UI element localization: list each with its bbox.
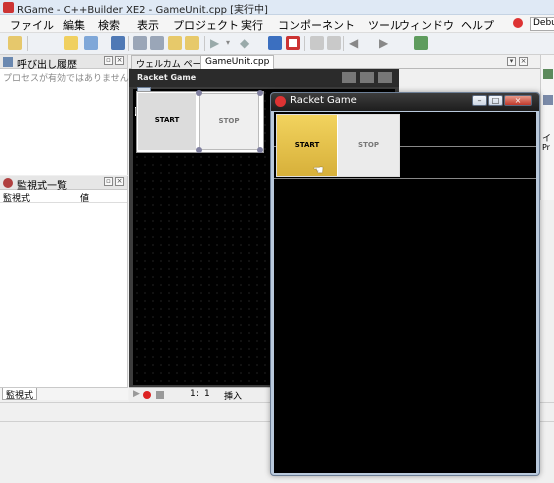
forward-icon[interactable]: ▶ — [379, 36, 393, 50]
app-title-bar: Racket Game – □ × — [271, 93, 539, 111]
record-macro-icon[interactable] — [143, 391, 151, 399]
selection-handle[interactable] — [196, 90, 202, 96]
status-col: 1 — [204, 389, 210, 399]
call-stack-title: 呼び出し履歴 — [17, 60, 77, 71]
run-icon[interactable]: ▶ — [210, 36, 224, 50]
designer-start-button[interactable]: START — [138, 93, 196, 150]
mouse-cursor-icon: ☚ — [313, 163, 324, 177]
copy-icon[interactable] — [150, 36, 164, 50]
tab-gameunit-label: GameUnit.cpp — [205, 57, 270, 67]
tab-list-icon[interactable]: ▾ — [507, 57, 516, 66]
close-icon[interactable]: × — [115, 56, 124, 65]
tab-gameunit[interactable]: GameUnit.cpp — [200, 55, 275, 69]
ide-title-text: RGame - C++Builder XE2 - GameUnit.cpp [実… — [17, 5, 268, 16]
project-icon[interactable] — [543, 95, 553, 105]
maximize-button[interactable]: □ — [488, 95, 503, 106]
main-toolbar: ▶ ▾ ◆ ◀ ▶ — [0, 33, 554, 55]
app-window-title: Racket Game — [290, 95, 357, 106]
menu-tools[interactable]: ツール — [368, 17, 401, 33]
stop-label: STOP — [358, 141, 379, 149]
running-app-window: Racket Game – □ × START ☚ STOP — [270, 92, 540, 476]
open-project-icon[interactable] — [84, 36, 98, 50]
watch-list-panel: 監視式一覧 ▫ × 監視式 値 — [0, 176, 128, 387]
designer-stop-button[interactable]: STOP — [199, 93, 259, 150]
selection-handle[interactable] — [257, 147, 263, 153]
status-line: 1 — [190, 389, 196, 399]
designer-min-icon — [342, 72, 356, 83]
step-over-icon[interactable] — [327, 36, 341, 50]
menu-view[interactable]: 表示 — [137, 17, 159, 33]
folder-icon[interactable] — [168, 36, 182, 50]
close-button[interactable]: × — [504, 95, 532, 106]
folder-add-icon[interactable] — [185, 36, 199, 50]
close-icon[interactable]: × — [115, 177, 124, 186]
call-stack-icon — [3, 57, 13, 67]
status-insert-mode: 挿入 — [224, 392, 243, 402]
pin-icon[interactable]: ▫ — [104, 56, 113, 65]
menu-bar: ファイル 編集 検索 表示 プロジェクト 実行 コンポーネント ツール ウィンド… — [0, 15, 554, 33]
call-stack-panel: 呼び出し履歴 ▫ × プロセスが有効ではありません — [0, 55, 129, 175]
selection-handle[interactable] — [257, 90, 263, 96]
editor-tab-strip: ウェルカム ページ GameUnit.cpp ▾ × — [129, 55, 554, 70]
menu-help[interactable]: ヘルプ — [461, 17, 494, 33]
status-colon: : — [196, 389, 200, 399]
designer-max-icon — [360, 72, 374, 83]
start-label: START — [294, 141, 320, 149]
pin-icon[interactable]: ▫ — [104, 177, 113, 186]
watch-column-headers: 監視式 値 — [0, 191, 127, 204]
game-divider — [274, 178, 536, 179]
open-icon[interactable] — [8, 36, 22, 50]
watch-title: 監視式一覧 — [17, 181, 67, 192]
stop-button[interactable]: STOP — [338, 115, 399, 176]
app-window-icon — [275, 96, 286, 107]
menu-search[interactable]: 検索 — [98, 17, 120, 33]
ide-title-bar: RGame - C++Builder XE2 - GameUnit.cpp [実… — [0, 0, 554, 16]
palette-icon[interactable] — [543, 69, 553, 79]
stop-icon[interactable] — [286, 36, 300, 50]
app-icon — [3, 2, 14, 13]
watch-col-value[interactable]: 値 — [80, 191, 89, 204]
tab-close-icon[interactable]: × — [519, 57, 528, 66]
menu-project[interactable]: プロジェクト — [173, 17, 239, 33]
designer-start-label: START — [154, 116, 180, 124]
run-dropdown-icon[interactable]: ▾ — [226, 36, 240, 50]
trace-into-icon[interactable] — [310, 36, 324, 50]
start-button[interactable]: START ☚ — [277, 115, 337, 177]
right-dock: イ Pr — [540, 55, 554, 200]
designer-stop-label: STOP — [218, 117, 240, 125]
right-dock-label-2: Pr — [542, 143, 550, 152]
build-config-select[interactable]: Debu — [530, 17, 554, 31]
menu-run[interactable]: 実行 — [241, 17, 263, 33]
new-icon[interactable] — [64, 36, 78, 50]
watch-bottom-tab[interactable]: 監視式 — [2, 388, 38, 401]
selection-handle[interactable] — [196, 147, 202, 153]
embarcadero-icon[interactable] — [513, 18, 523, 28]
menu-file[interactable]: ファイル — [10, 17, 54, 33]
watch-tab-strip: 監視式 — [0, 387, 128, 401]
menu-window[interactable]: ウィンドウ — [399, 17, 454, 33]
call-stack-message: プロセスが有効ではありません — [3, 74, 129, 84]
book-icon[interactable] — [414, 36, 428, 50]
back-icon[interactable]: ◀ — [349, 36, 363, 50]
save-all-icon[interactable] — [133, 36, 147, 50]
save-icon[interactable] — [111, 36, 125, 50]
pause-icon[interactable] — [268, 36, 282, 50]
menu-component[interactable]: コンポーネント — [278, 17, 355, 33]
watch-icon — [3, 178, 13, 188]
stop-macro-icon[interactable] — [156, 391, 164, 399]
step-icon[interactable]: ◆ — [240, 36, 254, 50]
designer-close-icon — [378, 72, 392, 83]
menu-edit[interactable]: 編集 — [63, 17, 85, 33]
play-macro-icon[interactable]: ▶ — [133, 389, 140, 399]
watch-col-expression[interactable]: 監視式 — [3, 191, 30, 204]
designer-form-caption: Racket Game — [129, 69, 399, 87]
minimize-button[interactable]: – — [472, 95, 487, 106]
